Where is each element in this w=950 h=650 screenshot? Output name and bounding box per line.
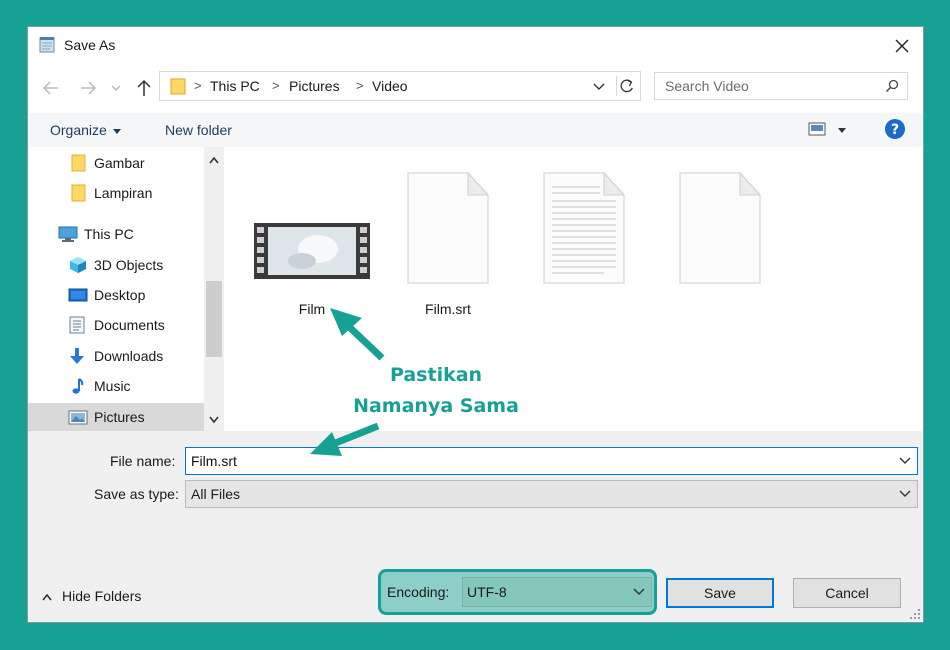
sidebar-item-lampiran[interactable]: Lampiran bbox=[28, 179, 204, 207]
file-item-blank[interactable] bbox=[660, 165, 780, 315]
scrollbar-thumb[interactable] bbox=[206, 281, 222, 357]
address-bar[interactable]: > This PC > Pictures > Video bbox=[159, 71, 641, 101]
sidebar-item-label: Desktop bbox=[94, 287, 146, 303]
save-options-panel: File name: Save as type: All Files Hide … bbox=[28, 431, 923, 622]
annotation-line-1: Pastikan bbox=[389, 364, 483, 386]
file-name-field[interactable] bbox=[185, 447, 918, 475]
sidebar-item-label: Lampiran bbox=[94, 185, 153, 201]
annotation-text: Pastikan Namanya Sama bbox=[336, 360, 536, 422]
file-label: Film bbox=[298, 301, 326, 317]
up-arrow-icon[interactable] bbox=[134, 79, 154, 97]
help-icon[interactable]: ? bbox=[884, 118, 906, 140]
sidebar-item-label: Music bbox=[94, 378, 131, 394]
navigation-pane: Gambar Lampiran This PC 3D Objects Deskt… bbox=[28, 147, 226, 431]
sidebar-item-label: 3D Objects bbox=[94, 257, 164, 273]
blank-file-icon bbox=[679, 171, 762, 284]
search-input[interactable] bbox=[655, 73, 875, 99]
window-title: Save As bbox=[64, 37, 116, 53]
save-as-type-label: Save as type: bbox=[94, 486, 179, 502]
folder-icon bbox=[170, 78, 186, 95]
encoding-highlight: Encoding: UTF-8 bbox=[378, 569, 657, 615]
save-as-type-value: All Files bbox=[191, 486, 241, 502]
encoding-select[interactable]: UTF-8 bbox=[462, 577, 652, 607]
view-options-icon[interactable] bbox=[808, 122, 826, 136]
notepad-icon bbox=[39, 37, 55, 53]
breadcrumb-video[interactable]: Video bbox=[372, 78, 408, 94]
svg-text:?: ? bbox=[891, 122, 899, 138]
breadcrumb-separator[interactable]: > bbox=[272, 78, 280, 93]
save-button[interactable]: Save bbox=[666, 578, 774, 608]
organize-button[interactable]: Organize bbox=[50, 122, 121, 138]
chevron-down-icon bbox=[112, 128, 121, 134]
sidebar-item-documents[interactable]: Documents bbox=[28, 311, 204, 339]
computer-icon bbox=[58, 226, 78, 242]
organize-label: Organize bbox=[50, 122, 107, 138]
sidebar-item-label: Downloads bbox=[94, 348, 164, 364]
refresh-icon[interactable] bbox=[616, 76, 638, 96]
chevron-down-icon[interactable] bbox=[899, 456, 911, 466]
folder-icon bbox=[71, 184, 86, 202]
sidebar-item-desktop[interactable]: Desktop bbox=[28, 281, 204, 309]
music-icon bbox=[72, 378, 84, 394]
forward-arrow-icon[interactable] bbox=[78, 79, 98, 97]
annotation-line-2: Namanya Sama bbox=[353, 395, 519, 417]
back-arrow-icon[interactable] bbox=[41, 79, 61, 97]
breadcrumb-separator[interactable]: > bbox=[194, 78, 202, 93]
downloads-icon bbox=[70, 348, 84, 364]
file-name-label: File name: bbox=[110, 453, 176, 469]
hide-folders-label: Hide Folders bbox=[62, 588, 142, 604]
title-bar: Save As bbox=[28, 27, 923, 65]
file-label: Film.srt bbox=[425, 301, 471, 317]
recent-locations-chevron-icon[interactable] bbox=[110, 79, 122, 97]
search-box[interactable] bbox=[654, 72, 908, 100]
pictures-icon bbox=[68, 410, 88, 425]
sidebar-item-this-pc[interactable]: This PC bbox=[28, 220, 204, 248]
encoding-label: Encoding: bbox=[387, 584, 450, 600]
view-chevron-down-icon[interactable] bbox=[838, 128, 846, 133]
save-as-type-select[interactable]: All Files bbox=[185, 480, 918, 508]
search-icon[interactable] bbox=[885, 79, 899, 93]
sidebar-item-downloads[interactable]: Downloads bbox=[28, 342, 204, 370]
cancel-button[interactable]: Cancel bbox=[793, 578, 901, 608]
text-file-icon bbox=[543, 171, 626, 284]
new-folder-button[interactable]: New folder bbox=[165, 122, 232, 138]
chevron-down-icon[interactable] bbox=[633, 587, 645, 597]
sidebar-item-music[interactable]: Music bbox=[28, 372, 204, 400]
file-item-film[interactable]: Film bbox=[252, 165, 372, 317]
folder-icon bbox=[71, 154, 86, 172]
scroll-up-chevron-icon[interactable] bbox=[208, 155, 220, 165]
file-list: Film Film.srt bbox=[226, 147, 923, 431]
blank-file-icon bbox=[407, 171, 490, 284]
file-name-input[interactable] bbox=[186, 448, 886, 474]
desktop-icon bbox=[68, 288, 88, 302]
sidebar-item-label: Documents bbox=[94, 317, 165, 333]
sidebar-item-label: This PC bbox=[84, 226, 134, 242]
documents-icon bbox=[69, 316, 85, 334]
breadcrumb-separator[interactable]: > bbox=[356, 78, 364, 93]
hide-folders-button[interactable]: Hide Folders bbox=[42, 588, 141, 604]
chevron-down-icon[interactable] bbox=[899, 489, 911, 499]
3d-objects-icon bbox=[70, 257, 86, 273]
sidebar-item-gambar[interactable]: Gambar bbox=[28, 149, 204, 177]
chevron-up-icon bbox=[42, 593, 52, 601]
encoding-value: UTF-8 bbox=[467, 584, 507, 600]
sidebar-item-pictures[interactable]: Pictures bbox=[28, 403, 204, 431]
close-icon[interactable] bbox=[889, 33, 915, 59]
chevron-down-icon[interactable] bbox=[592, 79, 606, 93]
file-item-text[interactable] bbox=[524, 165, 644, 315]
sidebar-item-label: Gambar bbox=[94, 155, 145, 171]
save-as-dialog: Save As > This PC > Pictures > Video Sea… bbox=[27, 26, 924, 623]
sidebar-item-3d-objects[interactable]: 3D Objects bbox=[28, 251, 204, 279]
sidebar-scrollbar[interactable] bbox=[204, 147, 224, 431]
file-item-film-srt[interactable]: Film.srt bbox=[388, 165, 508, 317]
command-bar: Organize New folder ? bbox=[28, 113, 923, 147]
video-file-icon bbox=[254, 223, 370, 279]
scroll-down-chevron-icon[interactable] bbox=[208, 415, 220, 425]
breadcrumb-this-pc[interactable]: This PC bbox=[210, 78, 260, 94]
resize-grip-icon[interactable] bbox=[909, 608, 921, 620]
sidebar-item-label: Pictures bbox=[94, 409, 145, 425]
breadcrumb-pictures[interactable]: Pictures bbox=[289, 78, 340, 94]
